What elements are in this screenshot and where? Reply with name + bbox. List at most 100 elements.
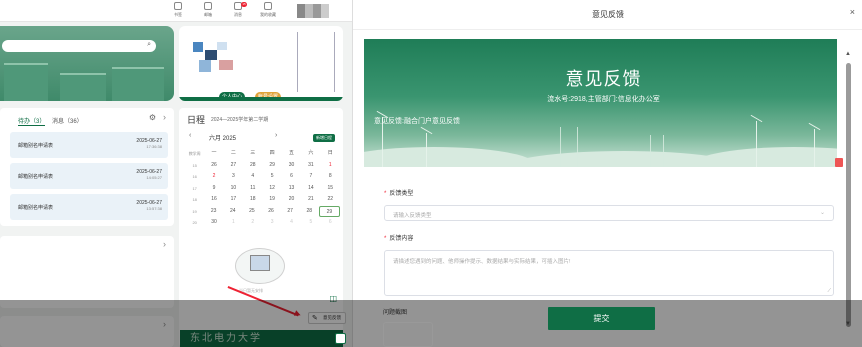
- bookmark-icon: [174, 2, 182, 10]
- scrollbar-thumb[interactable]: [846, 63, 851, 327]
- message-count-badge: 15: [241, 2, 247, 7]
- empty-schedule-illustration: [235, 248, 285, 284]
- calendar-day[interactable]: 30: [282, 160, 301, 172]
- scroll-up-icon[interactable]: ▲: [845, 51, 851, 57]
- calendar-day[interactable]: 23: [204, 206, 223, 218]
- calendar-week: 17 9 10 11 12 13 14 15: [185, 183, 340, 195]
- calendar-day[interactable]: 18: [243, 194, 262, 206]
- calendar-day[interactable]: 21: [301, 194, 320, 206]
- chat-icon[interactable]: [335, 333, 346, 344]
- calendar-day[interactable]: 12: [263, 183, 282, 195]
- wind-turbine-icon: [756, 121, 757, 167]
- empty-panel: ›: [0, 236, 174, 308]
- feedback-type-select[interactable]: 请输入反馈类型 ⌄: [384, 205, 834, 221]
- dialog-scrollbar[interactable]: ▲ ▼: [843, 37, 855, 333]
- todo-item[interactable]: 邮箱别名申请表 2025-06-27 17:36:38: [10, 132, 168, 158]
- wind-turbine-icon: [426, 133, 427, 167]
- calendar-day[interactable]: 25: [242, 206, 261, 218]
- calendar-day[interactable]: 28: [243, 160, 262, 172]
- calendar-day[interactable]: 15: [321, 183, 340, 195]
- chevron-right-icon[interactable]: ›: [163, 112, 166, 122]
- calendar-day[interactable]: 5: [301, 217, 320, 229]
- calendar-day[interactable]: 26: [204, 160, 223, 172]
- upload-dropzone[interactable]: [383, 322, 433, 347]
- calendar-day[interactable]: 6: [321, 217, 340, 229]
- calendar-day[interactable]: 29: [263, 160, 282, 172]
- calendar-day[interactable]: 5: [263, 171, 282, 183]
- calendar-day[interactable]: 26: [262, 206, 281, 218]
- calendar-day[interactable]: 1: [224, 217, 243, 229]
- calendar-day[interactable]: 3: [263, 217, 282, 229]
- calendar-day[interactable]: 19: [263, 194, 282, 206]
- calendar-week: 20 30 1 2 3 4 5 6: [185, 217, 340, 229]
- calendar-day[interactable]: 17: [224, 194, 243, 206]
- star-icon: [264, 2, 272, 10]
- calendar-day[interactable]: 4: [282, 217, 301, 229]
- next-month-icon[interactable]: ›: [275, 132, 277, 139]
- calendar-day[interactable]: 9: [204, 183, 223, 195]
- add-schedule-button[interactable]: 新增日程: [313, 134, 335, 142]
- calendar-title: 日程: [187, 115, 206, 125]
- submit-button[interactable]: 提交: [548, 307, 655, 330]
- calendar-grid: 教学周 一 二 三 四 五 六 日 15 26 27 28 29 30 31 1…: [185, 148, 340, 229]
- portal-background: 书签 邮箱 15 消息 我的收藏 ⌕ 待办（3） 消息（36） ⚙ › 邮箱别名…: [0, 0, 352, 347]
- mail-icon: [204, 2, 212, 10]
- calendar-day[interactable]: 6: [282, 171, 301, 183]
- nav-messages[interactable]: 15 消息: [226, 2, 250, 18]
- calendar-day[interactable]: 2: [243, 217, 262, 229]
- calendar-day[interactable]: 4: [243, 171, 262, 183]
- calendar-day[interactable]: 7: [301, 171, 320, 183]
- wind-turbine-icon: [814, 129, 815, 167]
- calendar-day[interactable]: 16: [204, 194, 223, 206]
- banner-serial: 流水号:2918,主管部门:信息化办公室: [547, 96, 660, 103]
- calendar-day[interactable]: 27: [281, 206, 300, 218]
- bookmark-icon[interactable]: [835, 158, 843, 167]
- dialog-title: 意见反馈: [592, 10, 624, 19]
- calendar-day-selected[interactable]: 29: [318, 205, 340, 217]
- chevron-right-icon[interactable]: ›: [163, 239, 166, 249]
- calendar-day[interactable]: 27: [224, 160, 243, 172]
- feedback-content-textarea[interactable]: 请描述您遇到的问题、他师操作提示、数据结果与实际结果，可插入图片! ⟋: [384, 250, 834, 296]
- prev-month-icon[interactable]: ‹: [189, 132, 191, 139]
- calendar-day[interactable]: 31: [301, 160, 320, 172]
- blurred-avatar[interactable]: [297, 4, 329, 18]
- calendar-day[interactable]: 13: [282, 183, 301, 195]
- nav-mail[interactable]: 邮箱: [196, 2, 220, 18]
- todo-item[interactable]: 邮箱别名申请表 2025-06-27 13:57:38: [10, 194, 168, 220]
- calendar-day[interactable]: 28: [300, 206, 319, 218]
- pylon-icon: [650, 135, 664, 167]
- screen: 书签 邮箱 15 消息 我的收藏 ⌕ 待办（3） 消息（36） ⚙ › 邮箱别名…: [0, 0, 862, 347]
- calendar-day[interactable]: 14: [301, 183, 320, 195]
- feedback-banner: 意见反馈 流水号:2918,主管部门:信息化办公室 意见反馈:融合门户意见反馈: [364, 39, 843, 167]
- banner-description: 意见反馈:融合门户意见反馈: [374, 118, 460, 125]
- todo-item[interactable]: 邮箱别名申请表 2025-06-27 14:05:27: [10, 163, 168, 189]
- resize-handle-icon[interactable]: ⟋: [827, 288, 831, 294]
- calendar-day[interactable]: 11: [243, 183, 262, 195]
- settings-icon[interactable]: ⚙: [149, 113, 156, 122]
- calendar-weekday-header: 教学周 一 二 三 四 五 六 日: [188, 150, 333, 156]
- tab-messages[interactable]: 消息（36）: [52, 116, 83, 125]
- calendar-day[interactable]: 1: [321, 160, 340, 172]
- nav-bookmark[interactable]: 书签: [166, 2, 190, 18]
- feedback-dialog: 意见反馈 × 意见反馈 流水号:2918,主管部门:信息化办公室 意见反馈:融合…: [352, 0, 862, 347]
- calendar-day[interactable]: 22: [321, 194, 340, 206]
- pylon-icon: [560, 127, 578, 167]
- calendar-day[interactable]: 3: [224, 171, 243, 183]
- calendar-week: 16 2 3 4 5 6 7 8: [185, 171, 340, 183]
- calendar-week: 15 26 27 28 29 30 31 1: [185, 160, 340, 172]
- nav-favorites[interactable]: 我的收藏: [256, 2, 280, 18]
- calendar-day[interactable]: 24: [223, 206, 242, 218]
- close-icon[interactable]: ×: [850, 7, 855, 17]
- calendar-day[interactable]: 30: [204, 217, 223, 229]
- portal-search-input[interactable]: ⌕: [2, 40, 156, 52]
- calendar-day[interactable]: 10: [224, 183, 243, 195]
- chevron-down-icon: ⌄: [819, 210, 825, 216]
- calendar-day[interactable]: 20: [282, 194, 301, 206]
- content-label: * 反馈内容: [384, 236, 414, 242]
- calendar-week: 18 16 17 18 19 20 21 22: [185, 194, 340, 206]
- tab-todo[interactable]: 待办（3）: [18, 116, 46, 126]
- campus-hero-banner: ⌕: [0, 26, 174, 101]
- pylon-illustration: [297, 32, 335, 92]
- calendar-day[interactable]: 8: [321, 171, 340, 183]
- calendar-day[interactable]: 2: [204, 171, 223, 183]
